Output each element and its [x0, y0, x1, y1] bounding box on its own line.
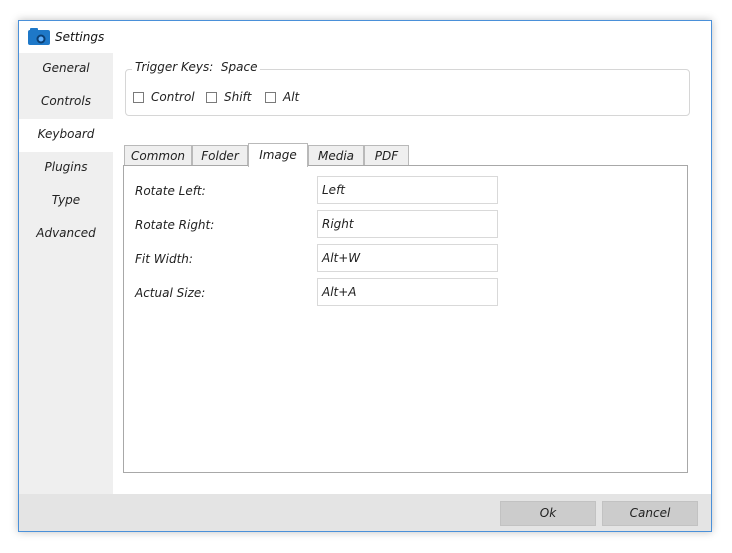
window-title: Settings	[55, 30, 105, 44]
tab-common[interactable]: Common	[124, 145, 192, 165]
alt-checkbox-label: Alt	[283, 90, 300, 104]
tab-pdf[interactable]: PDF	[364, 145, 409, 165]
rotate-right-shortcut-field[interactable]: Right	[317, 210, 498, 238]
trigger-keys-label: Trigger Keys:	[135, 60, 214, 74]
actual-size-label: Actual Size:	[135, 286, 206, 300]
sidebar-item-controls[interactable]: Controls	[19, 86, 113, 119]
settings-content: Trigger Keys: Space Control Shift Alt Co…	[113, 53, 711, 494]
trigger-keys-group: Trigger Keys: Space Control Shift Alt	[125, 60, 690, 116]
control-checkbox-label: Control	[151, 90, 195, 104]
control-checkbox[interactable]	[133, 91, 144, 103]
trigger-keys-legend: Trigger Keys: Space	[132, 60, 261, 74]
rotate-left-shortcut-field[interactable]: Left	[317, 176, 498, 204]
rotate-left-label: Rotate Left:	[135, 184, 206, 198]
ok-button[interactable]: Ok	[500, 501, 596, 526]
shift-checkbox-option[interactable]: Shift	[206, 89, 252, 105]
title-bar: Settings	[19, 21, 711, 53]
alt-checkbox-option[interactable]: Alt	[265, 89, 299, 105]
settings-window: Settings General Controls Keyboard Plugi…	[18, 20, 712, 532]
image-tab-panel: Rotate Left: Left Rotate Right: Right Fi…	[123, 165, 688, 473]
sidebar-item-general[interactable]: General	[19, 53, 113, 86]
camera-app-icon	[28, 28, 50, 45]
fit-width-label: Fit Width:	[135, 252, 193, 266]
tab-image[interactable]: Image	[248, 143, 308, 167]
control-checkbox-option[interactable]: Control	[133, 89, 195, 105]
actual-size-shortcut-field[interactable]: Alt+A	[317, 278, 498, 306]
tab-media[interactable]: Media	[308, 145, 364, 165]
tab-folder[interactable]: Folder	[192, 145, 248, 165]
sidebar-item-keyboard[interactable]: Keyboard	[19, 119, 113, 152]
trigger-keys-value: Space	[220, 60, 258, 74]
dialog-footer: Ok Cancel	[19, 494, 711, 531]
sidebar-item-advanced[interactable]: Advanced	[19, 218, 113, 251]
fit-width-shortcut-field[interactable]: Alt+W	[317, 244, 498, 272]
rotate-right-label: Rotate Right:	[135, 218, 215, 232]
alt-checkbox[interactable]	[265, 91, 276, 103]
sidebar-item-type[interactable]: Type	[19, 185, 113, 218]
shift-checkbox-label: Shift	[224, 90, 252, 104]
sidebar: General Controls Keyboard Plugins Type A…	[19, 53, 113, 494]
sidebar-item-plugins[interactable]: Plugins	[19, 152, 113, 185]
shift-checkbox[interactable]	[206, 91, 217, 103]
cancel-button[interactable]: Cancel	[602, 501, 698, 526]
